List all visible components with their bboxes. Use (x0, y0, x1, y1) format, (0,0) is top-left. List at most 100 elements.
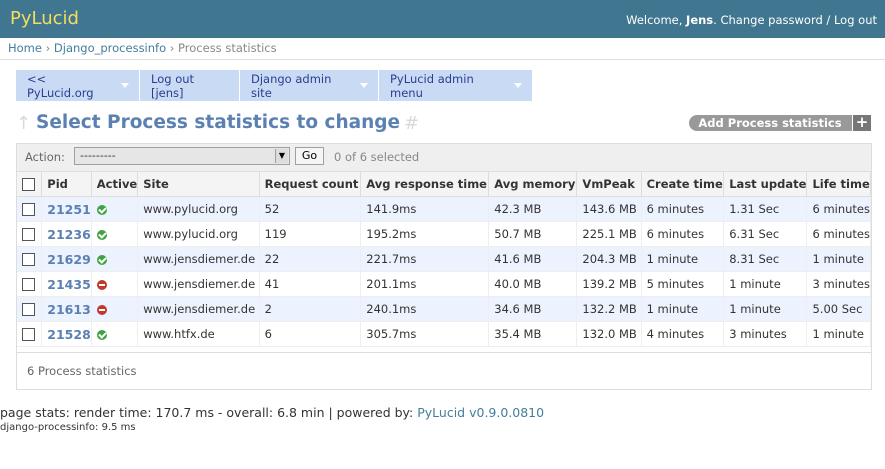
column-header-create-time[interactable]: Create time (641, 172, 725, 197)
create-time-cell: 6 minutes (641, 196, 725, 222)
avg-response-cell: 195.2ms (360, 221, 490, 247)
page-stats: page stats: render time: 170.7 ms - over… (0, 405, 544, 420)
site-cell: www.pylucid.org (137, 221, 260, 247)
avg-response-cell: 305.7ms (360, 321, 490, 347)
breadcrumb: Home › Django_processinfo › Process stat… (0, 38, 885, 60)
change-password-link[interactable]: Change password (720, 13, 822, 27)
life-time-cell: 3 minutes (806, 271, 871, 297)
active-cell (91, 321, 139, 347)
header: PyLucid Welcome, Jens. Change password /… (0, 0, 885, 38)
breadcrumb-current: Process statistics (178, 41, 277, 55)
chevron-down-icon (360, 83, 368, 88)
row-checkbox[interactable] (22, 228, 35, 241)
pid-link[interactable]: 21251 (47, 202, 91, 217)
user-tools-separator: / (822, 13, 834, 27)
processinfo-stats: django-processinfo: 9.5 ms (0, 422, 136, 433)
create-time-cell: 1 minute (641, 296, 725, 322)
column-header-vmpeak[interactable]: VmPeak (576, 172, 642, 197)
column-header-last-update[interactable]: Last update (723, 172, 808, 197)
row-select-cell (17, 271, 43, 297)
avg-response-cell: 221.7ms (360, 246, 490, 272)
avg-memory-cell: 34.6 MB (488, 296, 578, 322)
arrow-up-icon[interactable]: ↑ (16, 113, 31, 134)
vmpeak-cell: 132.2 MB (576, 296, 642, 322)
pid-cell: 21435 (41, 271, 92, 297)
row-checkbox[interactable] (22, 303, 35, 316)
table-row: 21435 www.jensdiemer.de 41 201.1ms 40.0 MB 13… (17, 271, 871, 297)
row-checkbox[interactable] (22, 278, 35, 291)
row-checkbox[interactable] (22, 203, 35, 216)
life-time-cell: 5.00 Sec (806, 296, 871, 322)
menu-item-label: Log out [jens] (151, 71, 195, 100)
menu-log-out[interactable]: Log out [jens] (140, 70, 240, 101)
active-cell (91, 196, 139, 222)
check-circle-icon (96, 204, 107, 215)
table-row: 21613 www.jensdiemer.de 2 240.1ms 34.6 MB 132… (17, 296, 871, 322)
column-header-active[interactable]: Active (91, 172, 139, 197)
pid-cell: 21251 (41, 196, 92, 222)
active-cell (91, 296, 139, 322)
create-time-cell: 1 minute (641, 246, 725, 272)
select-all-checkbox[interactable] (22, 178, 35, 191)
last-update-cell: 6.31 Sec (723, 221, 808, 247)
anchor-hash-icon[interactable]: # (404, 113, 419, 134)
row-checkbox[interactable] (22, 328, 35, 341)
column-header-avg-memory[interactable]: Avg memory (488, 172, 578, 197)
changelist: Action: --------- ▼ Go 0 of 6 selected P… (16, 143, 872, 390)
column-header-request-count[interactable]: Request count (259, 172, 362, 197)
pid-link[interactable]: 21236 (47, 227, 91, 242)
menu-item-label: PyLucid admin menu (390, 71, 474, 100)
create-time-cell: 5 minutes (641, 271, 725, 297)
avg-memory-cell: 42.3 MB (488, 196, 578, 222)
page-title: Select Process statistics to change (36, 112, 401, 133)
row-select-cell (17, 221, 43, 247)
pid-cell: 21613 (41, 296, 92, 322)
menu-django-admin-site[interactable]: Django admin site (240, 70, 379, 101)
admin-menu: << PyLucid.org Log out [jens] Django adm… (16, 70, 532, 101)
add-process-statistics-button[interactable]: Add Process statistics + (689, 115, 871, 131)
action-select-value: --------- (80, 149, 116, 162)
life-time-cell: 1 minute (806, 321, 871, 347)
menu-pylucid-admin[interactable]: PyLucid admin menu (379, 70, 532, 101)
life-time-cell: 1 minute (806, 246, 871, 272)
avg-memory-cell: 40.0 MB (488, 271, 578, 297)
breadcrumb-app[interactable]: Django_processinfo (54, 41, 166, 55)
vmpeak-cell: 132.0 MB (576, 321, 642, 347)
column-header-avg-response-time[interactable]: Avg response time (360, 172, 490, 197)
menu-item-label: << PyLucid.org (27, 71, 94, 100)
pid-link[interactable]: 21629 (47, 252, 91, 267)
active-cell (91, 221, 139, 247)
username: Jens (686, 13, 714, 27)
breadcrumb-home[interactable]: Home (8, 41, 42, 55)
menu-pylucid-org[interactable]: << PyLucid.org (16, 70, 140, 101)
check-circle-icon (96, 329, 107, 340)
action-select[interactable]: --------- ▼ (74, 147, 290, 165)
column-header-site[interactable]: Site (137, 172, 260, 197)
column-header-life-time[interactable]: Life time (806, 172, 871, 197)
selected-count: 0 of 6 selected (334, 150, 420, 164)
pylucid-version-link[interactable]: PyLucid v0.9.0.0810 (417, 405, 544, 420)
site-cell: www.htfx.de (137, 321, 260, 347)
page-stats-text: page stats: render time: 170.7 ms - over… (0, 405, 418, 420)
vmpeak-cell: 204.3 MB (576, 246, 642, 272)
last-update-cell: 1 minute (723, 271, 808, 297)
select-all-cell (17, 172, 43, 197)
check-circle-icon (96, 254, 107, 265)
column-header-pid[interactable]: Pid (41, 172, 92, 197)
avg-memory-cell: 35.4 MB (488, 321, 578, 347)
pid-link[interactable]: 21435 (47, 277, 91, 292)
brand-title[interactable]: PyLucid (10, 8, 79, 29)
result-table: Pid Active Site Request count Avg respon… (17, 172, 871, 347)
table-row: 21251 www.pylucid.org 52 141.9ms 42.3 MB 143.… (17, 196, 871, 222)
logout-link[interactable]: Log out (834, 13, 877, 27)
site-cell: www.jensdiemer.de (137, 246, 260, 272)
check-circle-icon (96, 229, 107, 240)
row-select-cell (17, 246, 43, 272)
last-update-cell: 3 minutes (723, 321, 808, 347)
request-count-cell: 52 (259, 196, 362, 222)
pid-link[interactable]: 21613 (47, 302, 91, 317)
go-button[interactable]: Go (295, 147, 324, 165)
pid-link[interactable]: 21528 (47, 327, 91, 342)
row-checkbox[interactable] (22, 253, 35, 266)
last-update-cell: 1.31 Sec (723, 196, 808, 222)
